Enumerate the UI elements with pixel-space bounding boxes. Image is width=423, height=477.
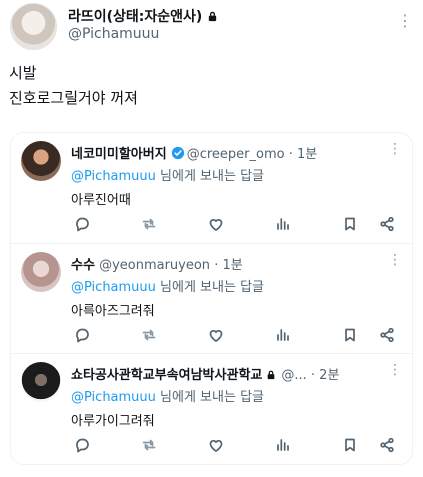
reply-time: · 2분: [310, 368, 340, 383]
heart-icon[interactable]: [205, 213, 227, 235]
mention-link[interactable]: @Pichamuuu: [71, 169, 156, 184]
reply-header: 네코미미할아버지 @creeper_omo · 1분: [71, 143, 391, 162]
heart-icon[interactable]: [205, 434, 227, 456]
heart-icon[interactable]: [205, 324, 227, 346]
post-text-line1: 시발: [9, 64, 37, 82]
reply-text: 아루가이그려줘: [71, 414, 155, 429]
more-icon[interactable]: ⋮: [388, 362, 402, 378]
reply-card[interactable]: 쇼타공사관학교부속여남박사관학교 @... · 2분 ⋮ @Pichamuuu 님…: [11, 353, 412, 463]
reply-text: 아륵아즈그려줘: [71, 304, 155, 319]
reply-card[interactable]: 네코미미할아버지 @creeper_omo · 1분 ⋮ @Pichamuuu 님…: [11, 133, 412, 243]
reply-icon[interactable]: [71, 213, 93, 235]
replying-to-suffix: 님에게 보내는 답글: [155, 169, 264, 184]
replies-thread: 네코미미할아버지 @creeper_omo · 1분 ⋮ @Pichamuuu 님…: [10, 132, 413, 465]
reply-author-handle[interactable]: @yeonmaruyeon: [99, 258, 210, 273]
reply-actions: [71, 324, 401, 346]
post-header: 라뜨이(상태:자순앤사) @Pichamuuu ⋮: [10, 3, 413, 51]
bookmark-icon[interactable]: [339, 213, 361, 235]
replying-to: @Pichamuuu 님에게 보내는 답글: [71, 165, 264, 184]
share-icon[interactable]: [376, 324, 398, 346]
reply-actions: [71, 213, 401, 235]
views-icon[interactable]: [272, 324, 294, 346]
replying-to-suffix: 님에게 보내는 답글: [155, 280, 264, 295]
reply-avatar[interactable]: [21, 252, 61, 292]
views-icon[interactable]: [272, 213, 294, 235]
reply-icon[interactable]: [71, 324, 93, 346]
bookmark-icon[interactable]: [339, 434, 361, 456]
bookmark-icon[interactable]: [339, 324, 361, 346]
reply-author-name[interactable]: 네코미미할아버지: [71, 147, 167, 162]
replying-to: @Pichamuuu 님에게 보내는 답글: [71, 386, 264, 405]
reply-header: 쇼타공사관학교부속여남박사관학교 @... · 2분: [71, 364, 391, 383]
replying-to-suffix: 님에게 보내는 답글: [155, 390, 264, 405]
mention-link[interactable]: @Pichamuuu: [71, 280, 156, 295]
reply-text: 아루진어때: [71, 193, 131, 208]
reply-avatar[interactable]: [21, 141, 61, 181]
reply-card[interactable]: 수수 @yeonmaruyeon · 1분 ⋮ @Pichamuuu 님에게 보…: [11, 243, 412, 353]
lock-icon: [209, 11, 217, 22]
post-text-line2: 진호로그릴거야 꺼져: [9, 89, 138, 107]
reply-author-handle[interactable]: @...: [281, 368, 306, 383]
more-icon[interactable]: ⋮: [388, 252, 402, 268]
reply-header: 수수 @yeonmaruyeon · 1분: [71, 254, 391, 273]
author-handle[interactable]: @Pichamuuu: [68, 26, 159, 42]
more-icon[interactable]: ⋮: [397, 11, 413, 31]
reply-time: · 1분: [288, 147, 318, 162]
author-name[interactable]: 라뜨이(상태:자순앤사): [68, 6, 218, 26]
lock-icon: [268, 370, 275, 380]
reply-icon[interactable]: [71, 434, 93, 456]
verified-badge-icon: [171, 146, 184, 160]
retweet-icon[interactable]: [138, 324, 160, 346]
mention-link[interactable]: @Pichamuuu: [71, 390, 156, 405]
retweet-icon[interactable]: [138, 213, 160, 235]
reply-author-name[interactable]: 쇼타공사관학교부속여남박사관학교: [71, 368, 262, 383]
reply-author-handle[interactable]: @creeper_omo: [187, 147, 285, 162]
reply-author-name[interactable]: 수수: [71, 258, 95, 273]
author-avatar[interactable]: [10, 3, 57, 50]
post-text: 시발 진호로그릴거야 꺼져: [9, 61, 138, 111]
reply-time: · 1분: [214, 258, 243, 273]
views-icon[interactable]: [272, 434, 294, 456]
reply-actions: [71, 434, 401, 456]
reply-avatar[interactable]: [21, 362, 61, 402]
retweet-icon[interactable]: [138, 434, 160, 456]
author-name-text[interactable]: 라뜨이(상태:자순앤사): [68, 9, 202, 25]
more-icon[interactable]: ⋮: [388, 141, 402, 157]
share-icon[interactable]: [376, 434, 398, 456]
replying-to: @Pichamuuu 님에게 보내는 답글: [71, 276, 264, 295]
share-icon[interactable]: [376, 213, 398, 235]
